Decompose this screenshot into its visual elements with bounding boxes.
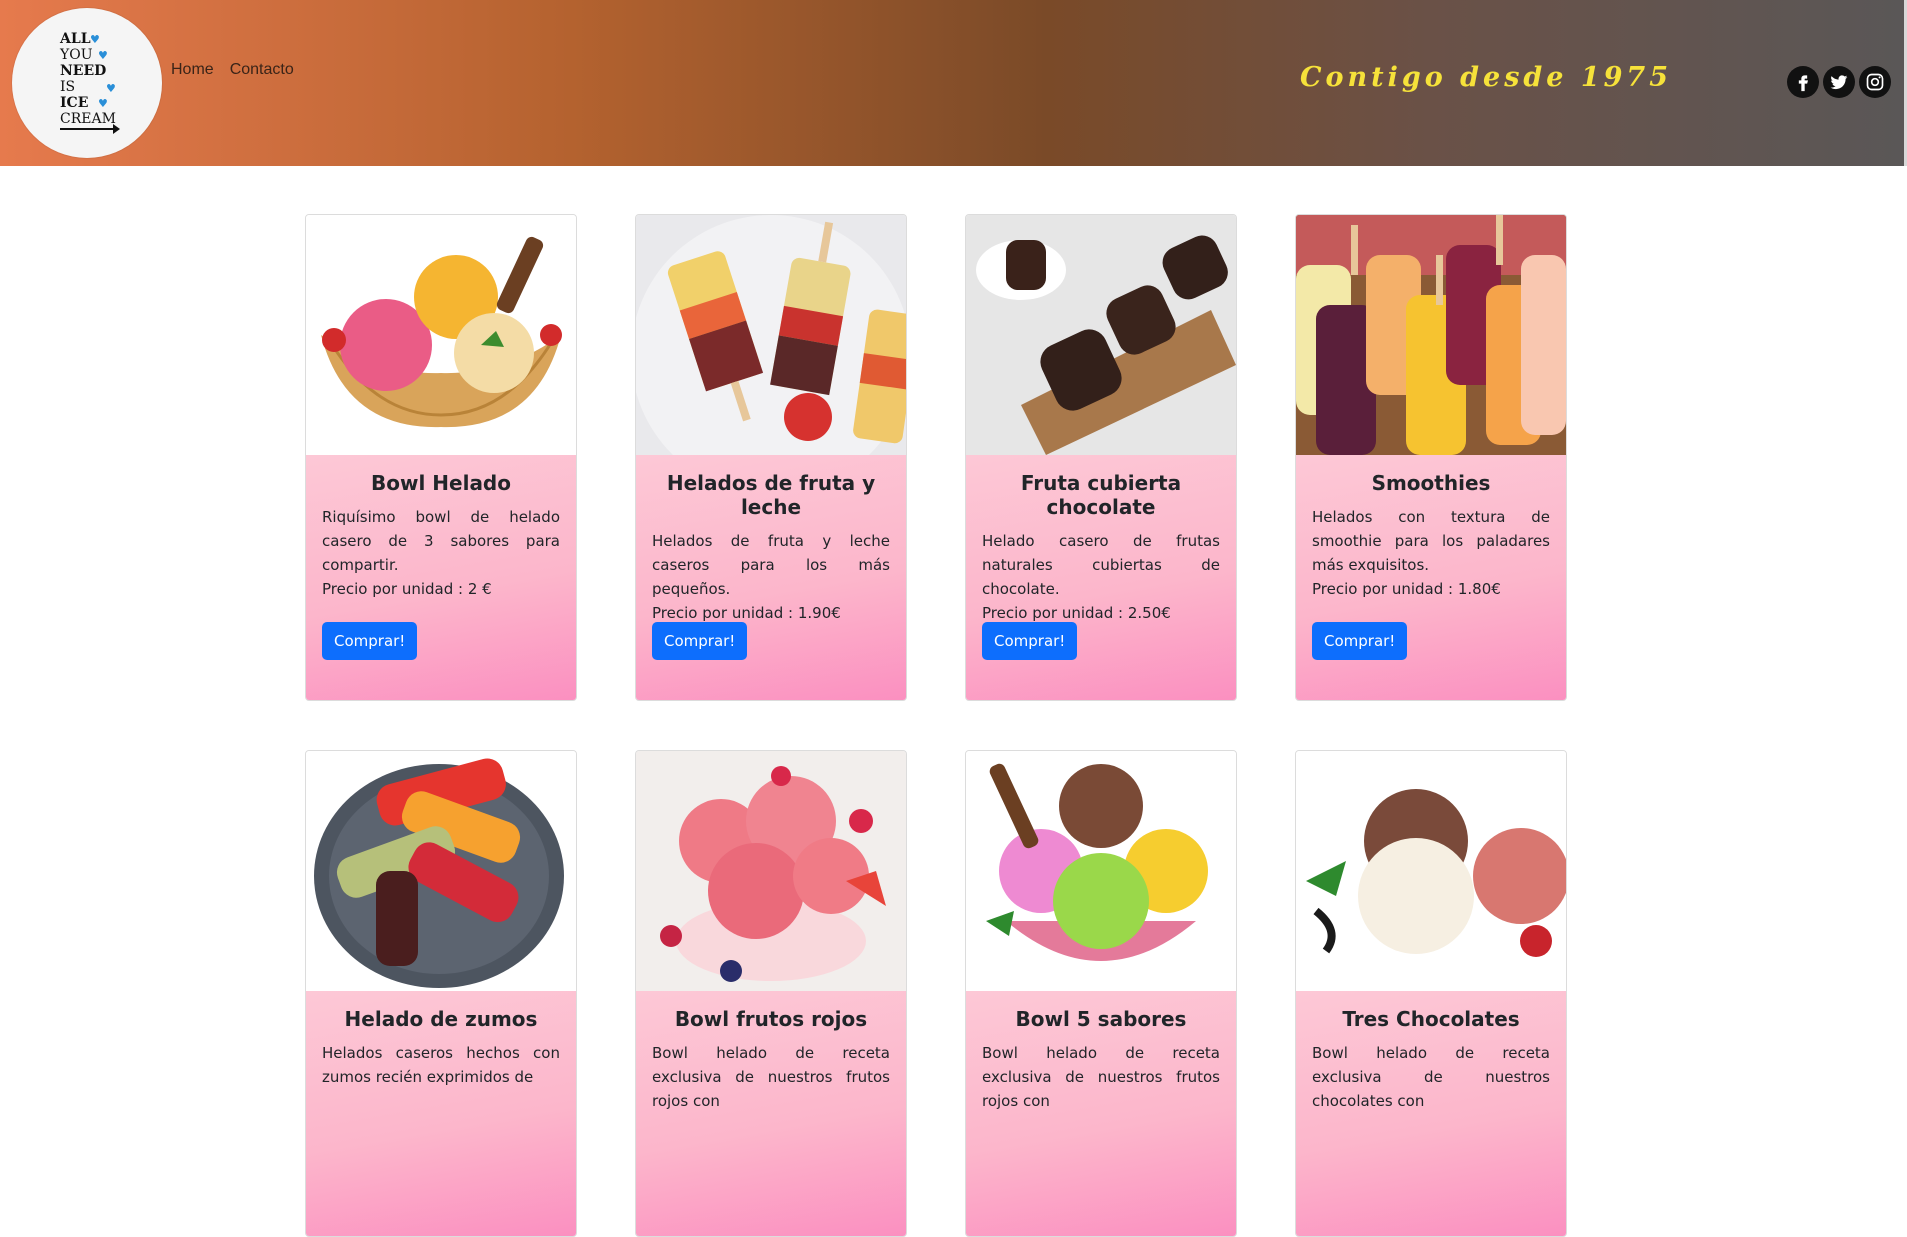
buy-button[interactable]: Comprar!	[1312, 622, 1408, 660]
tagline: Contigo desde 1975	[1300, 62, 1673, 93]
product-price: Precio por unidad : 2 €	[322, 580, 492, 598]
card-body: Bowl frutos rojos Bowl helado de receta …	[636, 991, 906, 1236]
buy-button[interactable]: Comprar!	[322, 622, 418, 660]
product-title: Bowl Helado	[371, 471, 511, 495]
product-title: Fruta cubierta chocolate	[1020, 471, 1182, 519]
product-title: Tres Chocolates	[1342, 1007, 1520, 1031]
product-description: Riquísimo bowl de helado casero de 3 sab…	[322, 508, 560, 574]
product-image	[1296, 751, 1566, 991]
card-body: Bowl Helado Riquísimo bowl de helado cas…	[306, 455, 576, 700]
product-title: Bowl frutos rojos	[674, 1007, 868, 1031]
main-nav: Home Contacto	[171, 61, 294, 79]
product-image	[966, 215, 1236, 455]
buy-button[interactable]: Comprar!	[982, 622, 1078, 660]
product-description: Bowl helado de receta exclusiva de nuest…	[982, 1044, 1220, 1110]
logo-text: ICE	[60, 95, 89, 111]
logo-text: ALL	[60, 31, 91, 47]
product-description: Helados caseros hechos con zumos recién …	[322, 1044, 560, 1086]
nav-home[interactable]: Home	[171, 61, 214, 79]
product-title: Helado de zumos	[344, 1007, 538, 1031]
heart-icon: ♥	[90, 33, 100, 46]
product-image	[636, 215, 906, 455]
twitter-icon[interactable]	[1823, 66, 1855, 98]
card-body: Tres Chocolates Bowl helado de receta ex…	[1296, 991, 1566, 1236]
site-header: ALL ♥ YOU ♥ NEED IS ♥ ICE ♥ CREAM Home C…	[0, 0, 1907, 166]
logo[interactable]: ALL ♥ YOU ♥ NEED IS ♥ ICE ♥ CREAM	[12, 8, 162, 158]
product-card: Fruta cubierta chocolate Helado casero d…	[965, 214, 1237, 701]
card-body: Smoothies Helados con textura de smoothi…	[1296, 455, 1566, 700]
buy-button[interactable]: Comprar!	[652, 622, 748, 660]
product-price: Precio por unidad : 1.80€	[1312, 580, 1501, 598]
logo-text: YOU	[60, 47, 93, 63]
nav-contacto[interactable]: Contacto	[230, 61, 294, 79]
card-body: Helados de fruta y leche Helados de frut…	[636, 455, 906, 700]
card-body: Helado de zumos Helados caseros hechos c…	[306, 991, 576, 1236]
product-image	[966, 751, 1236, 991]
instagram-icon[interactable]	[1859, 66, 1891, 98]
product-image	[1296, 215, 1566, 455]
product-card: Helado de zumos Helados caseros hechos c…	[305, 750, 577, 1237]
product-title: Bowl 5 sabores	[1015, 1007, 1187, 1031]
logo-text: IS	[60, 79, 76, 95]
product-description: Bowl helado de receta exclusiva de nuest…	[652, 1044, 890, 1110]
product-card: Smoothies Helados con textura de smoothi…	[1295, 214, 1567, 701]
product-image	[306, 215, 576, 455]
product-description: Helados con textura de smoothie para los…	[1312, 508, 1550, 574]
product-image	[306, 751, 576, 991]
product-card: Bowl 5 sabores Bowl helado de receta exc…	[965, 750, 1237, 1237]
logo-text: CREAM	[60, 111, 116, 127]
heart-icon: ♥	[98, 97, 108, 110]
product-card: Bowl Helado Riquísimo bowl de helado cas…	[305, 214, 577, 701]
card-body: Bowl 5 sabores Bowl helado de receta exc…	[966, 991, 1236, 1236]
product-image	[636, 751, 906, 991]
facebook-icon[interactable]	[1787, 66, 1819, 98]
product-title: Smoothies	[1371, 471, 1491, 495]
product-description: Bowl helado de receta exclusiva de nuest…	[1312, 1044, 1550, 1110]
arrow-icon	[60, 124, 120, 134]
product-title: Helados de fruta y leche	[666, 471, 876, 519]
product-card: Bowl frutos rojos Bowl helado de receta …	[635, 750, 907, 1237]
product-card: Tres Chocolates Bowl helado de receta ex…	[1295, 750, 1567, 1237]
product-card: Helados de fruta y leche Helados de frut…	[635, 214, 907, 701]
logo-text: NEED	[60, 63, 107, 79]
social-links	[1787, 66, 1891, 98]
card-body: Fruta cubierta chocolate Helado casero d…	[966, 455, 1236, 700]
heart-icon: ♥	[106, 82, 116, 95]
product-description: Helados de fruta y leche caseros para lo…	[652, 532, 890, 598]
product-description: Helado casero de frutas naturales cubier…	[982, 532, 1220, 598]
heart-icon: ♥	[98, 49, 108, 62]
